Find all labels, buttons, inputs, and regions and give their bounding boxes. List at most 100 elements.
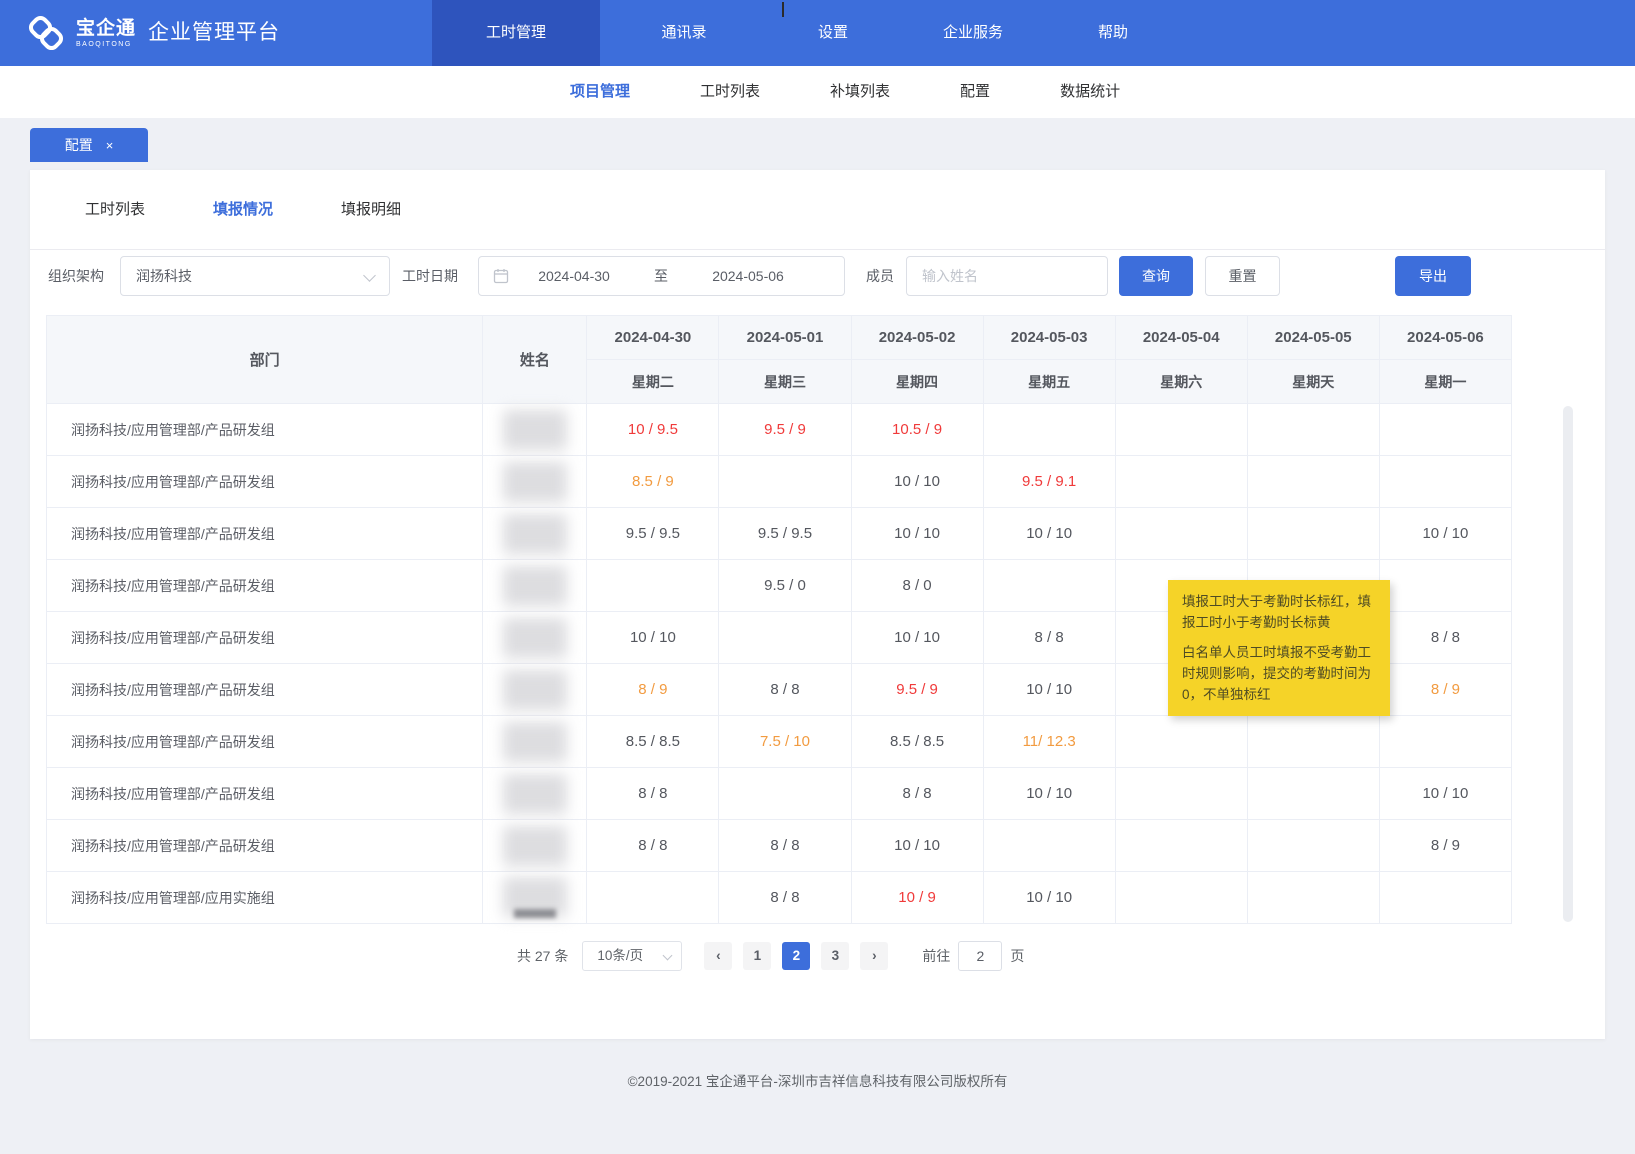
close-icon[interactable]: × xyxy=(106,138,114,153)
page-size-select[interactable]: 10条/页 xyxy=(582,941,682,971)
subnav-item-4[interactable]: 数据统计 xyxy=(1060,66,1120,118)
page-button-1[interactable]: 1 xyxy=(743,942,771,970)
date-label: 工时日期 xyxy=(402,256,458,296)
subnav-item-3[interactable]: 配置 xyxy=(960,66,990,118)
table-scrollbar[interactable] xyxy=(1563,406,1573,922)
subnav-item-0[interactable]: 项目管理 xyxy=(570,66,630,118)
worktime-cell: 9.5 / 9 xyxy=(719,404,851,456)
blurred-name xyxy=(503,774,567,814)
blurred-name xyxy=(503,670,567,710)
worktime-cell xyxy=(587,872,719,924)
nav-item-2[interactable]: 设置 xyxy=(768,0,898,66)
department-cell: 润扬科技/应用管理部/产品研发组 xyxy=(47,716,483,768)
date-start-value[interactable]: 2024-04-30 xyxy=(509,268,639,284)
worktime-cell: 10 / 10 xyxy=(1379,768,1511,820)
worktime-cell: 10 / 10 xyxy=(851,820,983,872)
tabs: 工时列表 填报情况 填报明细 xyxy=(85,170,401,250)
nav-item-0[interactable]: 工时管理 xyxy=(432,0,600,66)
worktime-cell: 9.5 / 9 xyxy=(851,664,983,716)
worktime-cell xyxy=(1115,404,1247,456)
worktime-cell: 8.5 / 8.5 xyxy=(587,716,719,768)
department-cell: 润扬科技/应用管理部/产品研发组 xyxy=(47,820,483,872)
table-row: 润扬科技/应用管理部/应用实施组8 / 810 / 910 / 10 xyxy=(47,872,1512,924)
worktime-cell xyxy=(1247,872,1379,924)
worktime-cell xyxy=(1379,560,1511,612)
nav-item-1[interactable]: 通讯录 xyxy=(600,0,768,66)
date-end-value[interactable]: 2024-05-06 xyxy=(683,268,813,284)
worktime-cell: 8.5 / 9 xyxy=(587,456,719,508)
date-column-header: 2024-05-04 xyxy=(1115,316,1247,360)
worktime-cell: 10 / 10 xyxy=(851,456,983,508)
worktime-cell: 10 / 10 xyxy=(1379,508,1511,560)
weekday-column-header: 星期二 xyxy=(587,360,719,404)
member-name-input[interactable] xyxy=(906,256,1108,296)
worktime-cell: 8 / 9 xyxy=(1379,820,1511,872)
worktime-cell: 10 / 9.5 xyxy=(587,404,719,456)
tab-0[interactable]: 工时列表 xyxy=(85,170,145,250)
tab-2[interactable]: 填报明细 xyxy=(341,170,401,250)
calendar-icon xyxy=(493,268,509,284)
logo-name: 宝企通 xyxy=(76,19,136,38)
worktime-cell xyxy=(1247,508,1379,560)
subnav-item-2[interactable]: 补填列表 xyxy=(830,66,890,118)
nav-item-3[interactable]: 企业服务 xyxy=(898,0,1048,66)
date-column-header: 2024-05-03 xyxy=(983,316,1115,360)
top-navbar: 宝企通 BAOQITONG 企业管理平台 工时管理通讯录设置企业服务帮助 xyxy=(0,0,1635,66)
weekday-column-header: 星期一 xyxy=(1379,360,1511,404)
worktime-cell xyxy=(719,456,851,508)
worktime-cell xyxy=(1115,768,1247,820)
worktime-cell: 8 / 8 xyxy=(719,820,851,872)
org-select-value: 润扬科技 xyxy=(121,257,389,295)
main-nav: 工时管理通讯录设置企业服务帮助 xyxy=(432,0,1178,66)
date-range-picker[interactable]: 2024-04-30 至 2024-05-06 xyxy=(478,256,845,296)
worktime-cell: 10 / 10 xyxy=(983,768,1115,820)
worktime-cell: 10 / 10 xyxy=(983,872,1115,924)
goto-page-input[interactable] xyxy=(958,941,1002,971)
date-column-header: 2024-05-06 xyxy=(1379,316,1511,360)
cursor-artifact xyxy=(782,2,784,17)
pagination: 共 27 条 10条/页 ‹123› 前往 页 xyxy=(517,941,1024,971)
blurred-name xyxy=(503,618,567,658)
table-row: 润扬科技/应用管理部/产品研发组8 / 88 / 810 / 1010 / 10 xyxy=(47,768,1512,820)
brand: 宝企通 BAOQITONG xyxy=(24,11,136,55)
worktime-cell xyxy=(1379,872,1511,924)
name-cell xyxy=(483,612,587,664)
page-tab-config[interactable]: 配置 × xyxy=(30,128,148,162)
nav-item-4[interactable]: 帮助 xyxy=(1048,0,1178,66)
worktime-cell: 8 / 8 xyxy=(1379,612,1511,664)
org-select[interactable]: 润扬科技 xyxy=(120,256,390,296)
reset-button[interactable]: 重置 xyxy=(1205,256,1280,296)
next-page-button[interactable]: › xyxy=(860,942,888,970)
name-cell xyxy=(483,456,587,508)
weekday-column-header: 星期天 xyxy=(1247,360,1379,404)
org-label: 组织架构 xyxy=(48,256,104,296)
date-column-header: 2024-05-02 xyxy=(851,316,983,360)
page-tab-label: 配置 xyxy=(65,135,93,155)
worktime-cell: 8 / 8 xyxy=(851,768,983,820)
worktime-cell xyxy=(1379,716,1511,768)
blurred-name xyxy=(503,514,567,554)
worktime-cell: 10 / 10 xyxy=(587,612,719,664)
worktime-cell xyxy=(1379,456,1511,508)
name-cell xyxy=(483,716,587,768)
worktime-cell: 8 / 8 xyxy=(719,872,851,924)
worktime-cell xyxy=(983,820,1115,872)
rules-note: 填报工时大于考勤时长标红，填报工时小于考勤时长标黄 白名单人员工时填报不受考勤工… xyxy=(1168,580,1390,716)
export-button[interactable]: 导出 xyxy=(1395,256,1471,296)
page-button-2[interactable]: 2 xyxy=(782,942,810,970)
table-row: 润扬科技/应用管理部/产品研发组10 / 9.59.5 / 910.5 / 9 xyxy=(47,404,1512,456)
worktime-cell xyxy=(1115,820,1247,872)
date-column-header: 2024-04-30 xyxy=(587,316,719,360)
worktime-cell xyxy=(1115,716,1247,768)
prev-page-button[interactable]: ‹ xyxy=(704,942,732,970)
worktime-cell xyxy=(1379,404,1511,456)
total-count: 共 27 条 xyxy=(517,946,568,966)
department-cell: 润扬科技/应用管理部/产品研发组 xyxy=(47,560,483,612)
tab-1[interactable]: 填报情况 xyxy=(213,170,273,250)
search-button[interactable]: 查询 xyxy=(1119,256,1193,296)
worktime-cell: 9.5 / 0 xyxy=(719,560,851,612)
worktime-cell: 8 / 0 xyxy=(851,560,983,612)
logo-sub: BAOQITONG xyxy=(76,41,136,48)
page-button-3[interactable]: 3 xyxy=(821,942,849,970)
subnav-item-1[interactable]: 工时列表 xyxy=(700,66,760,118)
